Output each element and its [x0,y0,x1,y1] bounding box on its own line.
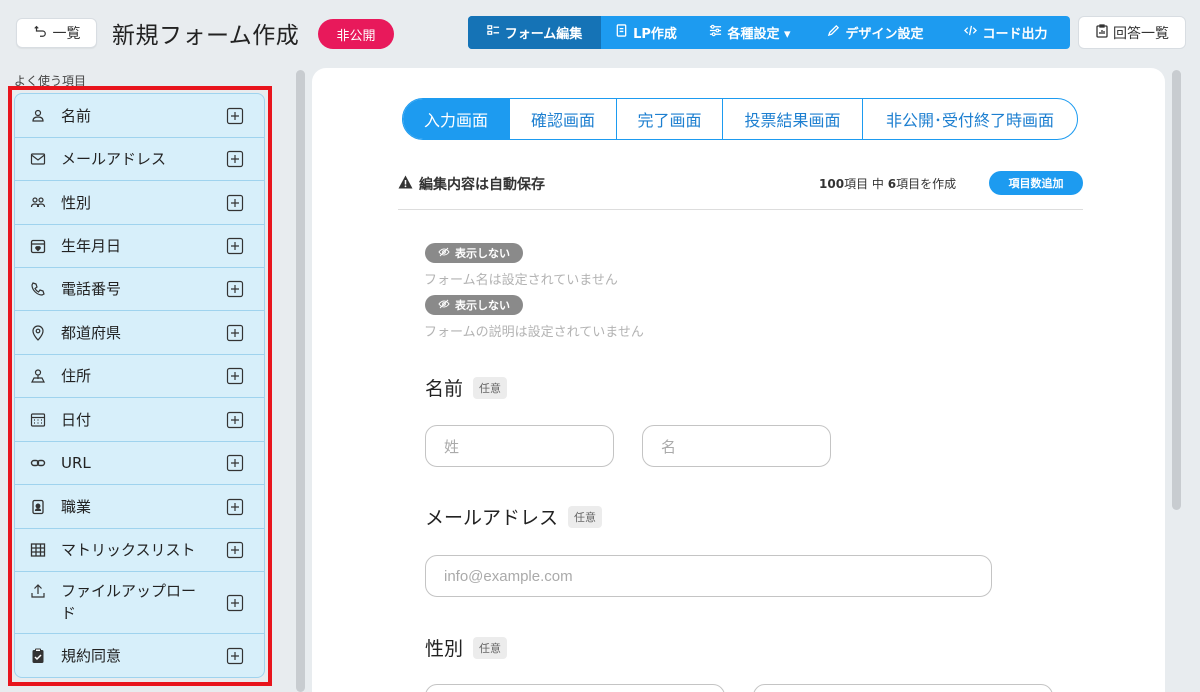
tab-form-edit[interactable]: フォーム編集 [468,16,601,49]
optional-tag: 任意 [473,636,508,659]
palette-item-phone[interactable]: 電話番号 [15,268,264,311]
autosave-notice: 編集内容は自動保存 [398,174,545,194]
palette-item-terms-agreement[interactable]: 規約同意 [15,634,264,677]
sidebar-scrollbar[interactable] [296,70,305,692]
main-tabs: フォーム編集 LP作成 各種設定 ▾ デザイン設定 コード出力 [468,16,1070,49]
clipboard-check-icon [30,648,46,664]
field-palette: 名前 メールアドレス 性別 生年月日 電話番号 都道府県 住所 日付 URL 職… [14,93,265,678]
screen-tabs: 入力画面 確認画面 完了画面 投票結果画面 非公開･受付終了時画面 [402,98,1078,140]
clipboard-chart-icon [1095,23,1109,42]
add-square-icon[interactable] [226,367,244,385]
form-name-note[interactable]: フォーム名は設定されていません [424,269,618,288]
tab-closed-screen[interactable]: 非公開･受付終了時画面 [863,99,1077,139]
warning-icon [398,175,413,193]
top-header: 一覧 新規フォーム作成 非公開 フォーム編集 LP作成 各種設定 ▾ デザイン設… [0,0,1200,66]
palette-item-prefecture[interactable]: 都道府県 [15,311,264,355]
item-count: 100項目 中 6項目を作成 [819,177,957,191]
optional-tag: 任意 [568,505,603,528]
palette-item-birthdate[interactable]: 生年月日 [15,225,264,268]
add-square-icon[interactable] [226,594,244,612]
code-icon [964,24,978,41]
add-square-icon[interactable] [226,324,244,342]
last-name-input[interactable]: 姓 [425,425,614,467]
form-edit-icon [486,24,500,41]
gender-option-1[interactable] [425,684,725,692]
email-input[interactable]: info@example.com [425,555,992,597]
add-square-icon[interactable] [226,647,244,665]
gender-field-label[interactable]: 性別 任意 [425,634,508,661]
gender-option-2[interactable] [753,684,1053,692]
optional-tag: 任意 [473,376,508,399]
palette-item-gender[interactable]: 性別 [15,181,264,225]
palette-item-date[interactable]: 日付 [15,398,264,442]
eye-slash-icon [438,298,450,313]
person-icon [30,108,46,124]
palette-item-file-upload[interactable]: ファイルアップロード [15,572,264,634]
palette-item-name[interactable]: 名前 [15,94,264,138]
add-item-count-button[interactable]: 項目数追加 [989,171,1083,195]
add-square-icon[interactable] [226,237,244,255]
add-square-icon[interactable] [226,541,244,559]
tab-vote-result-screen[interactable]: 投票結果画面 [723,99,863,139]
tab-settings[interactable]: 各種設定 ▾ [691,16,809,49]
form-desc-hidden-toggle[interactable]: 表示しない [425,295,523,315]
upload-icon [30,583,46,599]
editor-panel: 入力画面 確認画面 完了画面 投票結果画面 非公開･受付終了時画面 編集内容は自… [312,68,1165,692]
table-icon [30,542,46,558]
form-name-hidden-toggle[interactable]: 表示しない [425,243,523,263]
add-square-icon[interactable] [226,454,244,472]
tab-confirm-screen[interactable]: 確認画面 [510,99,617,139]
pen-icon [827,24,840,41]
status-badge[interactable]: 非公開 [318,19,394,49]
form-desc-note[interactable]: フォームの説明は設定されていません [424,321,644,340]
back-label: 一覧 [52,26,81,42]
link-icon [30,455,46,471]
palette-item-address[interactable]: 住所 [15,355,264,398]
palette-item-occupation[interactable]: 職業 [15,485,264,529]
calendar-icon [30,412,46,428]
tab-input-screen[interactable]: 入力画面 [403,99,510,139]
tab-code-output[interactable]: コード出力 [942,16,1070,49]
lp-page-icon [615,24,628,41]
add-square-icon[interactable] [226,150,244,168]
add-square-icon[interactable] [226,194,244,212]
first-name-input[interactable]: 名 [642,425,831,467]
envelope-icon [30,151,46,167]
palette-item-email[interactable]: メールアドレス [15,138,264,181]
tab-lp-create[interactable]: LP作成 [601,16,691,49]
add-square-icon[interactable] [226,280,244,298]
palette-item-matrix-list[interactable]: マトリックスリスト [15,529,264,572]
add-square-icon[interactable] [226,107,244,125]
eye-slash-icon [438,246,450,261]
add-square-icon[interactable] [226,498,244,516]
add-square-icon[interactable] [226,411,244,429]
return-arrow-icon [33,24,47,42]
name-field-label[interactable]: 名前 任意 [425,374,508,401]
palette-item-url[interactable]: URL [15,442,264,485]
badge-icon [30,499,46,515]
editor-scrollbar[interactable] [1172,70,1181,510]
divider [398,209,1083,210]
email-field-label[interactable]: メールアドレス 任意 [425,503,603,530]
tab-complete-screen[interactable]: 完了画面 [617,99,723,139]
tab-design[interactable]: デザイン設定 [809,16,942,49]
phone-icon [30,281,46,297]
calendar-heart-icon [30,238,46,254]
page-title: 新規フォーム作成 [112,23,300,49]
answers-list-button[interactable]: 回答一覧 [1078,16,1186,49]
map-person-icon [30,368,46,384]
people-icon [30,195,46,211]
back-to-list-button[interactable]: 一覧 [16,18,97,48]
location-pin-icon [30,325,46,341]
sliders-icon [709,24,722,41]
